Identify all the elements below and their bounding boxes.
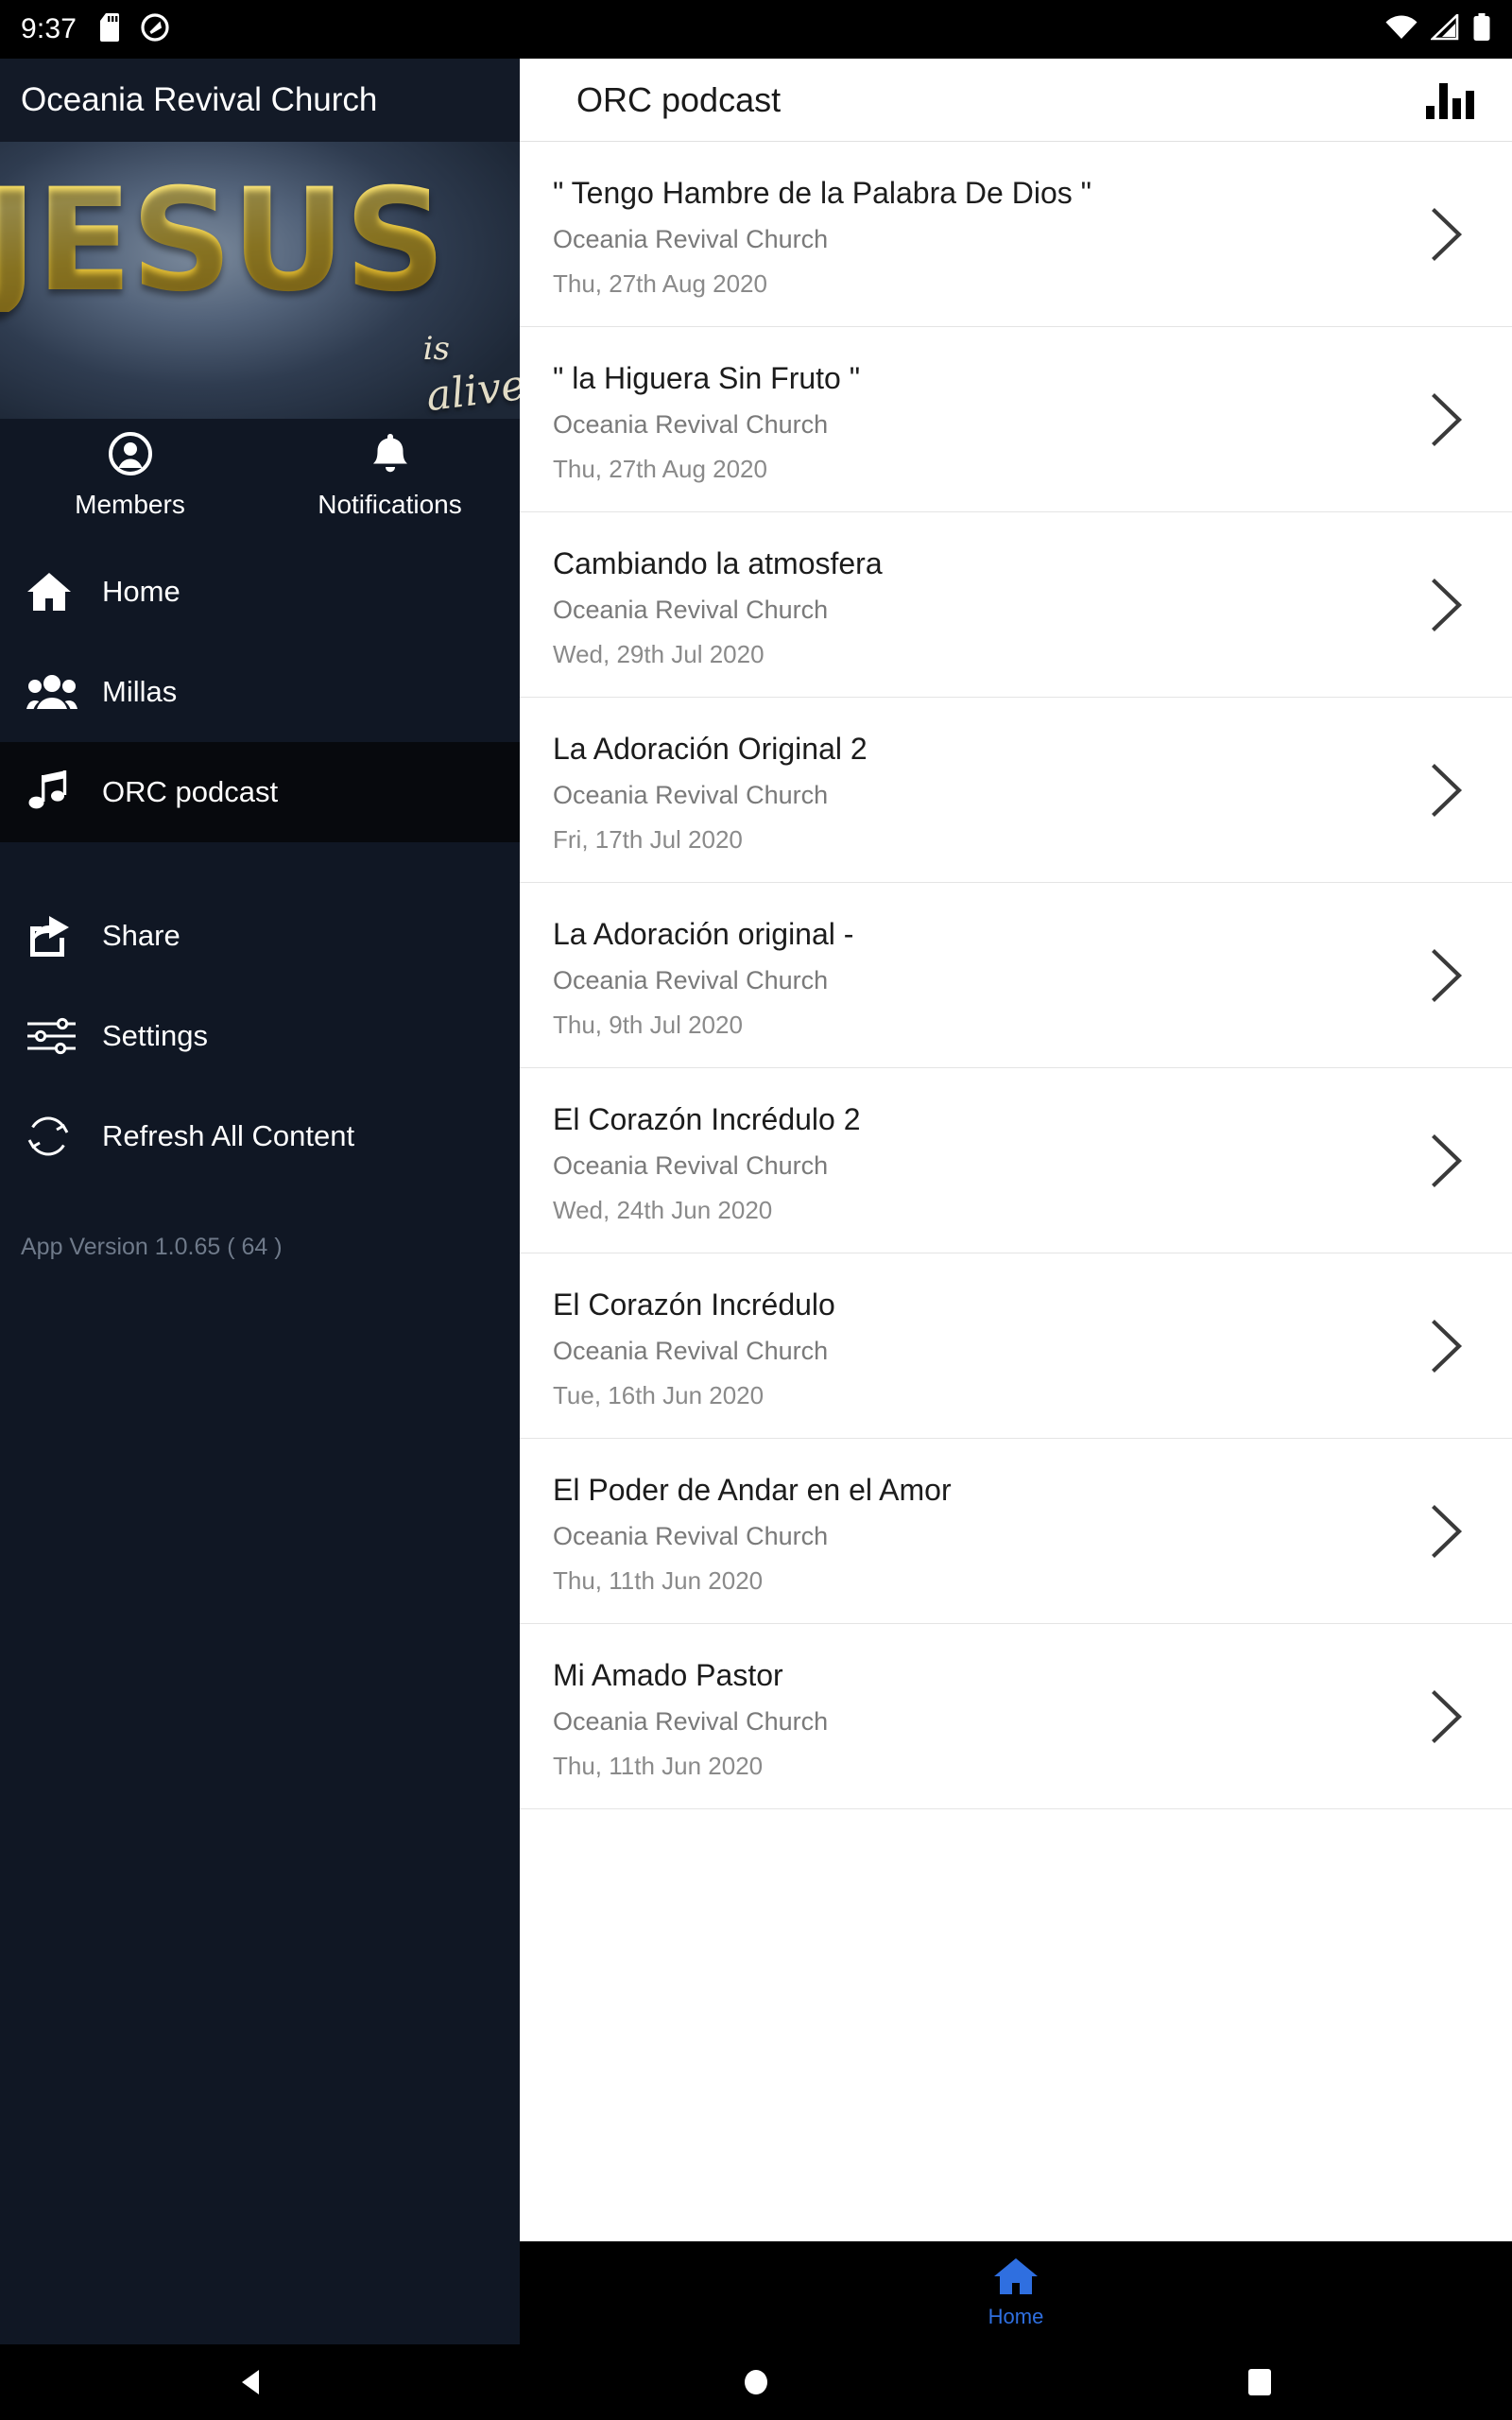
podcast-date: Wed, 29th Jul 2020 <box>553 640 765 668</box>
podcast-title: El Corazón Incrédulo 2 <box>553 1102 861 1136</box>
podcast-date: Thu, 27th Aug 2020 <box>553 455 767 483</box>
home-button[interactable] <box>662 2366 850 2398</box>
navigation-drawer: Oceania Revival Church JESUS is alive Me… <box>0 59 520 2295</box>
chevron-right-icon[interactable] <box>1431 392 1463 446</box>
device-screen: 9:37 ORC podcast " Tengo Hambre de la Pa… <box>0 0 1512 2420</box>
chevron-right-icon[interactable] <box>1431 1133 1463 1187</box>
sidebar-item-settings[interactable]: Settings <box>0 986 520 1086</box>
drawer-title-bar: Oceania Revival Church <box>0 59 520 142</box>
podcast-title: Cambiando la atmosfera <box>553 546 883 580</box>
bell-icon <box>370 432 410 480</box>
app-bar-actions <box>1426 81 1474 119</box>
page-title: ORC podcast <box>576 79 782 119</box>
equalizer-icon[interactable] <box>1426 81 1474 119</box>
chevron-right-icon[interactable] <box>1431 1689 1463 1743</box>
hero-word-alive: alive <box>423 360 520 419</box>
sidebar-item-millas[interactable]: Millas <box>0 642 520 742</box>
sidebar-item-settings-label: Settings <box>102 1019 209 1052</box>
drawer-title: Oceania Revival Church <box>21 81 378 118</box>
chevron-right-icon[interactable] <box>1431 1504 1463 1558</box>
sliders-icon <box>26 1016 85 1056</box>
podcast-author: Oceania Revival Church <box>553 1707 829 1736</box>
podcast-title: " la Higuera Sin Fruto " <box>553 361 861 395</box>
bottom-nav-home-label[interactable]: Home <box>988 2305 1044 2329</box>
drawer-nav-list: Home Millas ORC podcast Share Settings R… <box>0 532 520 1261</box>
recents-button[interactable] <box>1165 2367 1354 2397</box>
chevron-right-icon[interactable] <box>1431 207 1463 261</box>
person-circle-icon <box>108 431 152 480</box>
sd-card-icon <box>99 12 124 46</box>
drawer-hero-image: JESUS is alive <box>0 142 520 419</box>
drawer-section-gap <box>0 842 520 886</box>
quick-action-notifications-label: Notifications <box>318 489 462 519</box>
quick-action-members-label: Members <box>75 489 185 519</box>
sidebar-item-share-label: Share <box>102 919 180 952</box>
chevron-right-icon[interactable] <box>1431 1319 1463 1373</box>
podcast-title: " Tengo Hambre de la Palabra De Dios " <box>553 176 1091 210</box>
sidebar-item-home-label: Home <box>102 575 180 608</box>
podcast-date: Thu, 9th Jul 2020 <box>553 1011 743 1039</box>
share-icon <box>26 915 85 957</box>
podcast-author: Oceania Revival Church <box>553 1151 829 1180</box>
drawer-quick-actions: Members Notifications <box>0 419 520 532</box>
podcast-date: Thu, 11th Jun 2020 <box>553 1752 764 1780</box>
status-left-icons <box>99 12 169 46</box>
quick-action-notifications[interactable]: Notifications <box>260 419 520 532</box>
sidebar-item-orc-podcast[interactable]: ORC podcast <box>0 742 520 842</box>
podcast-date: Wed, 24th Jun 2020 <box>553 1196 773 1224</box>
home-icon[interactable] <box>993 2256 1039 2301</box>
podcast-date: Thu, 11th Jun 2020 <box>553 1566 764 1595</box>
podcast-date: Thu, 27th Aug 2020 <box>553 269 767 298</box>
sidebar-item-share[interactable]: Share <box>0 886 520 986</box>
hero-word-is: is <box>422 330 450 368</box>
podcast-title: La Adoración Original 2 <box>553 732 868 766</box>
podcast-title: El Corazón Incrédulo <box>553 1288 835 1322</box>
status-time: 9:37 <box>21 13 77 44</box>
podcast-author: Oceania Revival Church <box>553 596 829 624</box>
podcast-title: Mi Amado Pastor <box>553 1658 783 1692</box>
sidebar-item-refresh-all-content[interactable]: Refresh All Content <box>0 1086 520 1186</box>
bottom-navigation: Home <box>520 2241 1512 2344</box>
hero-word-jesus: JESUS <box>0 170 446 312</box>
wifi-icon <box>1385 14 1418 45</box>
chevron-right-icon[interactable] <box>1431 763 1463 817</box>
sidebar-item-refresh-label: Refresh All Content <box>102 1119 355 1152</box>
system-navigation-bar <box>0 2344 1512 2420</box>
refresh-icon <box>26 1115 85 1158</box>
status-bar: 9:37 <box>0 0 1512 59</box>
podcast-date: Fri, 17th Jul 2020 <box>553 825 743 854</box>
podcast-author: Oceania Revival Church <box>553 225 829 253</box>
podcast-author: Oceania Revival Church <box>553 781 829 809</box>
sidebar-item-home[interactable]: Home <box>0 542 520 642</box>
podcast-author: Oceania Revival Church <box>553 1522 829 1550</box>
cellular-signal-icon <box>1429 11 1459 45</box>
chevron-right-icon[interactable] <box>1431 578 1463 631</box>
podcast-author: Oceania Revival Church <box>553 966 829 994</box>
podcast-title: El Poder de Andar en el Amor <box>553 1473 952 1507</box>
people-group-icon <box>26 673 85 711</box>
do-not-disturb-icon <box>141 12 169 46</box>
battery-icon <box>1472 12 1491 46</box>
sidebar-item-millas-label: Millas <box>102 675 178 708</box>
chevron-right-icon[interactable] <box>1431 948 1463 1002</box>
home-icon <box>26 571 85 613</box>
podcast-author: Oceania Revival Church <box>553 1337 829 1365</box>
app-version-label: App Version 1.0.65 ( 64 ) <box>21 1234 283 1260</box>
music-note-icon <box>26 769 85 815</box>
back-button[interactable] <box>158 2366 347 2398</box>
quick-action-members[interactable]: Members <box>0 419 260 532</box>
podcast-author: Oceania Revival Church <box>553 410 829 439</box>
drawer-bottom-filler <box>0 2241 520 2344</box>
sidebar-item-orc-podcast-label: ORC podcast <box>102 775 279 808</box>
podcast-date: Tue, 16th Jun 2020 <box>553 1381 765 1409</box>
podcast-title: La Adoración original - <box>553 917 854 951</box>
status-right-icons <box>1385 11 1491 46</box>
